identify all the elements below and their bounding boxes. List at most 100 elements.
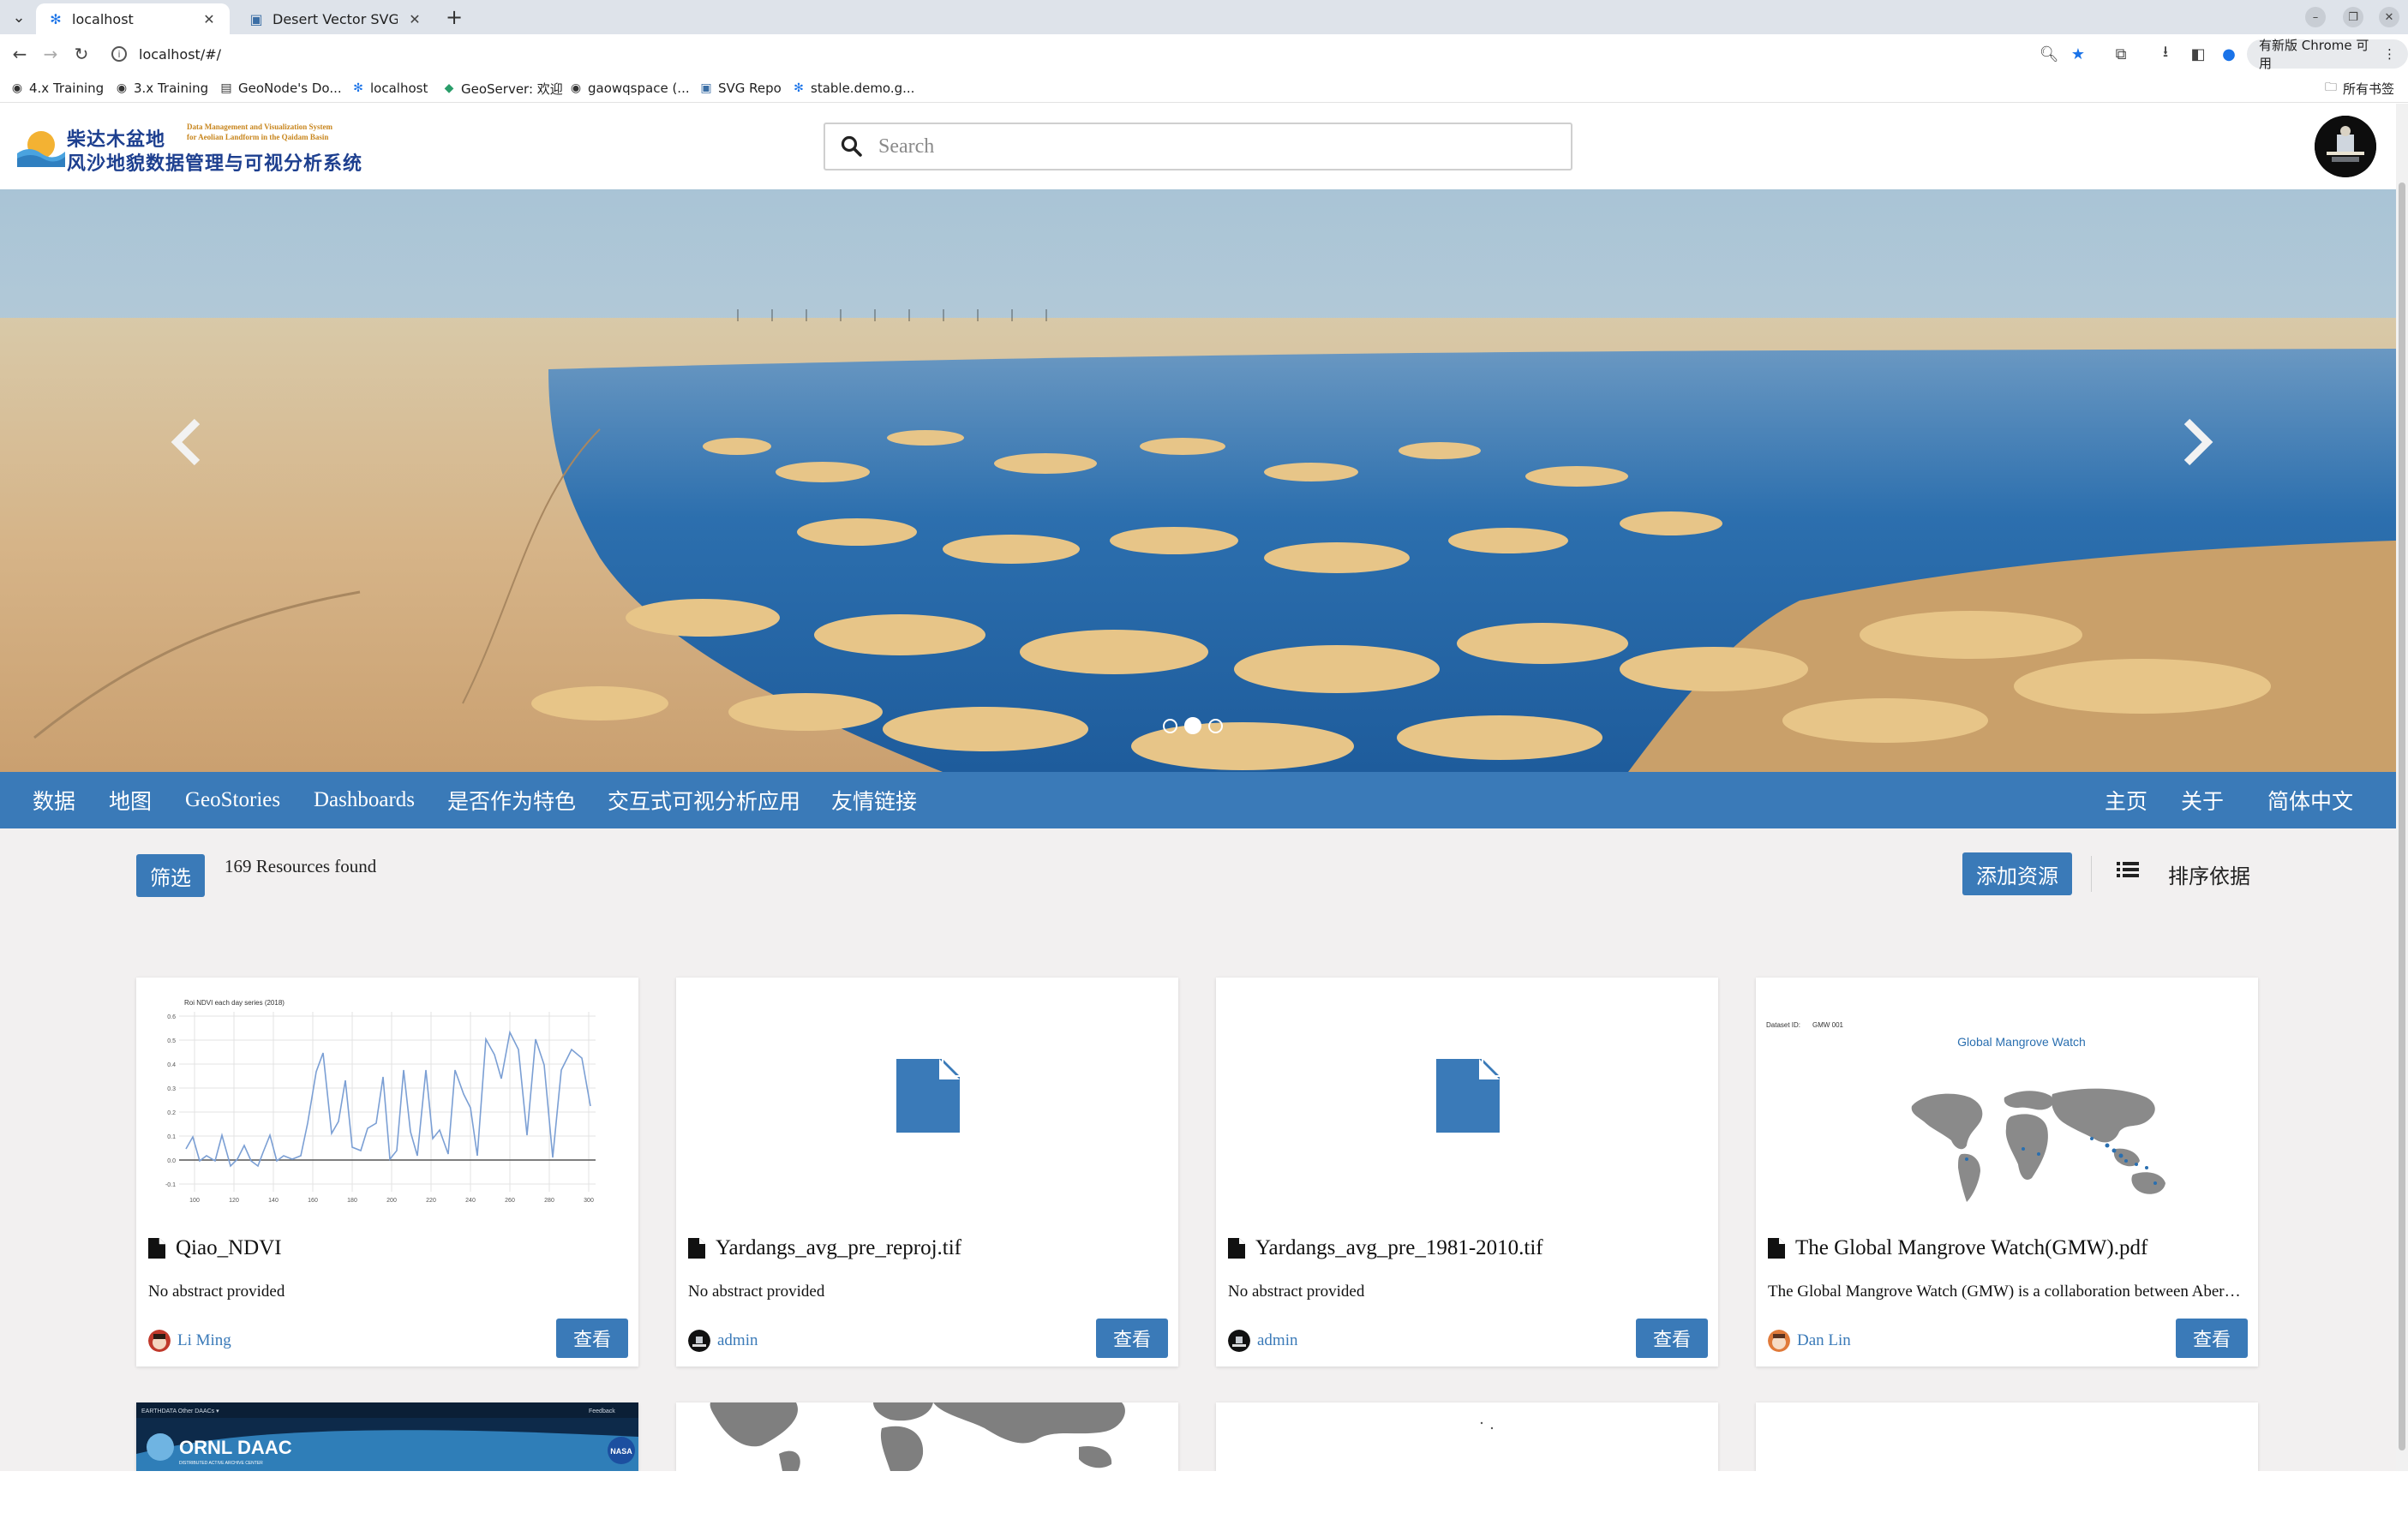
bookmark-item[interactable]: ✻ stable.demo.g...: [792, 79, 914, 98]
file-icon: [1768, 1238, 1785, 1259]
browser-tab-active[interactable]: ✻ localhost ✕: [36, 3, 230, 34]
ndvi-chart-thumbnail[interactable]: Roi NDVI each day series (2018) 0.6 0.5 …: [136, 978, 638, 1226]
close-tab-icon[interactable]: ✕: [201, 11, 218, 27]
resource-card[interactable]: [1756, 1402, 2258, 1471]
logo-subtitle-line2: for Aeolian Landform in the Qaidam Basin: [187, 133, 329, 141]
resource-owner[interactable]: admin: [1228, 1329, 1298, 1353]
bookmark-item[interactable]: ✻ localhost: [351, 79, 428, 98]
y-tick-label: 0.1: [167, 1134, 176, 1140]
user-avatar[interactable]: [2315, 116, 2376, 177]
resource-title[interactable]: Qiao_NDVI: [148, 1231, 282, 1265]
resource-card[interactable]: Dataset ID: GMW 001 Global Mangrove Watc…: [1756, 978, 2258, 1367]
close-tab-icon[interactable]: ✕: [406, 11, 423, 27]
bookmark-label: localhost: [370, 81, 428, 96]
carousel-dot-active[interactable]: [1184, 717, 1201, 734]
resource-title[interactable]: Yardangs_avg_pre_1981-2010.tif: [1228, 1231, 1543, 1265]
geonode-favicon-icon: ✻: [50, 10, 62, 27]
bookmark-item[interactable]: ◉ 4.x Training: [10, 79, 104, 98]
tab-search-icon[interactable]: ⌄: [7, 5, 31, 29]
bookmark-item[interactable]: ◉ gaowqspace (...: [569, 79, 690, 98]
resource-owner[interactable]: admin: [688, 1329, 758, 1353]
site-logo[interactable]: 柴达木盆地 风沙地貌数据管理与可视分析系统 Data Management an…: [17, 121, 377, 175]
site-info-icon[interactable]: i: [111, 46, 127, 62]
x-tick-label: 140: [268, 1198, 279, 1204]
address-bar[interactable]: i localhost/#/: [101, 39, 2115, 69]
bookmark-item[interactable]: ◉ 3.x Training: [115, 79, 208, 98]
close-window-icon[interactable]: ✕: [2379, 7, 2399, 27]
nav-featured[interactable]: 是否作为特色: [447, 772, 576, 828]
nav-links[interactable]: 友情链接: [831, 772, 917, 828]
download-icon[interactable]: ⭳: [2154, 43, 2177, 65]
minimize-icon[interactable]: –: [2305, 7, 2326, 27]
resource-filter-bar: 筛选 169 Resources found 添加资源 排序依据: [0, 828, 2396, 931]
nav-maps[interactable]: 地图: [109, 772, 152, 828]
browser-toolbar: ← → ↻ i localhost/#/ 🔍︎ ★ ⧉ ⭳ ◧ ● 有新版 Ch…: [0, 34, 2408, 74]
tab-title: Desert Vector SVG Icon (: [273, 10, 398, 27]
resource-card[interactable]: [1216, 1402, 1718, 1471]
view-button[interactable]: 查看: [2176, 1319, 2248, 1358]
nav-data[interactable]: 数据: [33, 772, 75, 828]
filter-button[interactable]: 筛选: [136, 854, 205, 897]
view-button[interactable]: 查看: [1096, 1319, 1168, 1358]
all-bookmarks[interactable]: 🗀︎ 所有书签: [2324, 79, 2394, 98]
y-tick-label: -0.1: [165, 1182, 176, 1188]
reload-icon[interactable]: ↻: [69, 41, 94, 67]
profile-icon[interactable]: ●: [2218, 43, 2240, 65]
extensions-icon[interactable]: ⧉: [2110, 43, 2132, 65]
resource-thumbnail[interactable]: [1216, 978, 1718, 1226]
zoom-icon[interactable]: 🔍︎: [2038, 43, 2060, 65]
page-scrollbar[interactable]: [2396, 104, 2408, 1471]
nav-home[interactable]: 主页: [2105, 772, 2147, 828]
owner-name: Dan Lin: [1797, 1331, 1851, 1349]
carousel-prev-icon[interactable]: [161, 408, 213, 476]
bookmark-label: 4.x Training: [29, 81, 105, 96]
github-icon: ◉: [570, 81, 582, 95]
carousel-dot[interactable]: [1163, 719, 1177, 733]
ornl-bar-left: EARTHDATA Other DAACs ▾: [141, 1408, 219, 1414]
y-tick-label: 0.4: [167, 1062, 176, 1068]
list-view-icon[interactable]: [2117, 859, 2139, 883]
search-icon[interactable]: [825, 124, 878, 169]
browser-tabstrip: ⌄ ✻ localhost ✕ ▣ Desert Vector SVG Icon…: [0, 0, 2408, 34]
view-button[interactable]: 查看: [1636, 1319, 1708, 1358]
new-tab-icon[interactable]: +: [442, 5, 466, 29]
bookmark-star-icon[interactable]: ★: [2067, 43, 2089, 65]
chrome-update-button[interactable]: 有新版 Chrome 可用 ⋮: [2247, 38, 2408, 71]
resource-thumbnail[interactable]: [676, 978, 1178, 1226]
resource-title[interactable]: Yardangs_avg_pre_reproj.tif: [688, 1231, 961, 1265]
back-icon[interactable]: ←: [7, 41, 33, 67]
resource-card[interactable]: Yardangs_avg_pre_reproj.tif No abstract …: [676, 978, 1178, 1367]
nav-dashboards[interactable]: Dashboards: [314, 772, 415, 828]
resource-title[interactable]: The Global Mangrove Watch(GMW).pdf: [1768, 1231, 2147, 1265]
file-icon: [1228, 1238, 1245, 1259]
nav-about[interactable]: 关于: [2181, 772, 2224, 828]
resource-count: 169 Resources found: [225, 856, 377, 876]
bookmark-item[interactable]: ◆ GeoServer: 欢迎: [442, 79, 563, 98]
sort-by-dropdown[interactable]: 排序依据: [2168, 859, 2250, 889]
nav-visual-apps[interactable]: 交互式可视分析应用: [608, 772, 800, 828]
search-input[interactable]: [878, 135, 1571, 158]
bookmark-item[interactable]: ▣ SVG Repo: [699, 79, 781, 98]
resource-abstract: No abstract provided: [1228, 1283, 1365, 1301]
resource-owner[interactable]: Li Ming: [148, 1329, 231, 1353]
bookmark-item[interactable]: ▤ GeoNode's Do...: [219, 79, 341, 98]
gmw-thumbnail[interactable]: Dataset ID: GMW 001 Global Mangrove Watc…: [1756, 978, 2258, 1226]
forward-icon[interactable]: →: [38, 41, 63, 67]
restore-icon[interactable]: ❐: [2343, 7, 2363, 27]
browser-tab[interactable]: ▣ Desert Vector SVG Icon ( ✕: [237, 3, 435, 34]
scrollbar-thumb[interactable]: [2399, 182, 2405, 1450]
nav-geostories[interactable]: GeoStories: [185, 772, 280, 828]
resource-card[interactable]: Roi NDVI each day series (2018) 0.6 0.5 …: [136, 978, 638, 1367]
add-resource-button[interactable]: 添加资源: [1962, 852, 2072, 895]
resource-card-map[interactable]: [676, 1402, 1178, 1471]
logo-title-line2: 风沙地貌数据管理与可视分析系统: [67, 153, 363, 175]
resource-card[interactable]: Yardangs_avg_pre_1981-2010.tif No abstra…: [1216, 978, 1718, 1367]
resource-owner[interactable]: Dan Lin: [1768, 1329, 1851, 1353]
view-button[interactable]: 查看: [556, 1319, 628, 1358]
search-box: [824, 123, 1572, 170]
side-panel-icon[interactable]: ◧: [2187, 43, 2209, 65]
resource-card-ornl[interactable]: EARTHDATA Other DAACs ▾ Feedback ORNL DA…: [136, 1402, 638, 1471]
carousel-next-icon[interactable]: [2171, 408, 2223, 476]
carousel-dot[interactable]: [1208, 719, 1223, 733]
nav-language[interactable]: 简体中文: [2267, 772, 2353, 828]
